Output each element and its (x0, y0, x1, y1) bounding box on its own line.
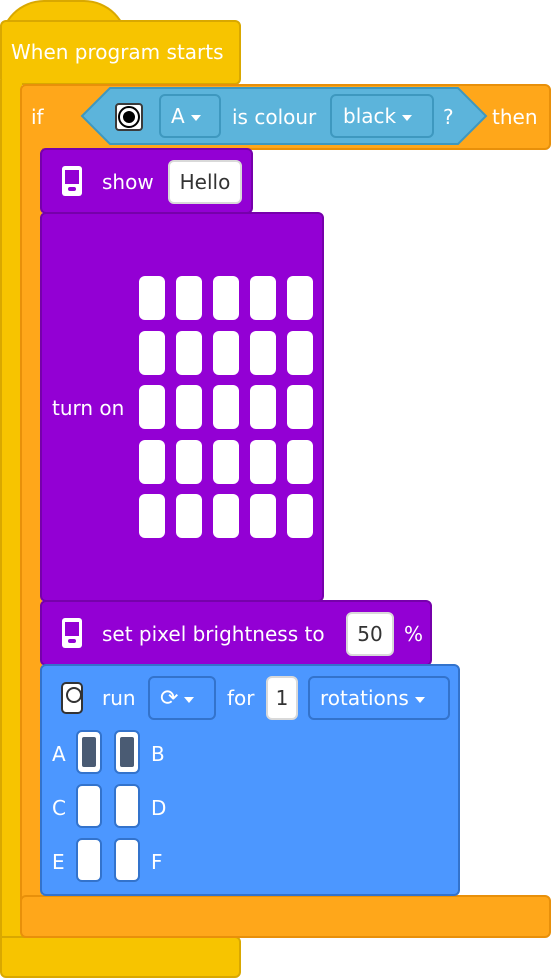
port-b-toggle[interactable] (114, 730, 140, 774)
pixel-cell[interactable] (213, 330, 239, 375)
pixel-cell[interactable] (139, 276, 165, 320)
pixel-cell[interactable] (139, 385, 165, 429)
chevron-down-icon (184, 696, 195, 703)
colour-value: black (343, 104, 397, 128)
pixel-cell[interactable] (139, 439, 165, 484)
pixel-cell[interactable] (176, 330, 202, 375)
port-e-toggle[interactable] (76, 838, 102, 882)
hub-display-icon (62, 166, 82, 196)
then-label: then (492, 105, 538, 129)
show-text-input[interactable]: Hello (168, 160, 242, 204)
port-label-a: A (52, 742, 66, 766)
chevron-down-icon (402, 114, 413, 121)
port-a-toggle[interactable] (76, 730, 102, 774)
turn-on-label: turn on (52, 396, 125, 420)
hub-display-icon (62, 618, 82, 648)
run-label: run (102, 686, 136, 710)
percent-label: % (404, 622, 424, 646)
pixel-cell[interactable] (250, 330, 276, 375)
pixel-cell[interactable] (287, 330, 313, 375)
when-program-starts-label: When program starts (11, 40, 224, 64)
hat-block-foot (0, 936, 241, 978)
pixel-cell[interactable] (287, 494, 313, 538)
port-label-d: D (151, 796, 167, 820)
port-value: A (171, 104, 185, 128)
port-label-e: E (52, 850, 65, 874)
port-f-toggle[interactable] (114, 838, 140, 882)
pixel-cell[interactable] (213, 439, 239, 484)
pixel-cell[interactable] (176, 385, 202, 429)
pixel-cell[interactable] (287, 276, 313, 320)
port-label-b: B (151, 742, 165, 766)
pixel-cell[interactable] (139, 330, 165, 375)
port-dropdown[interactable]: A (159, 94, 221, 138)
brightness-input[interactable]: 50 (346, 612, 394, 656)
pixel-cell[interactable] (250, 439, 276, 484)
motor-pair-icon (61, 682, 83, 714)
pixel-cell[interactable] (176, 276, 202, 320)
pixel-cell[interactable] (213, 494, 239, 538)
rotate-clockwise-icon: ⟳ (160, 686, 179, 711)
pixel-cell[interactable] (250, 276, 276, 320)
pixel-cell[interactable] (250, 385, 276, 429)
unit-dropdown[interactable]: rotations (308, 676, 450, 720)
chevron-down-icon (414, 696, 425, 703)
set-brightness-label: set pixel brightness to (102, 622, 325, 646)
direction-dropdown[interactable]: ⟳ (148, 676, 216, 720)
for-label: for (227, 686, 255, 710)
unit-value: rotations (320, 686, 409, 710)
pixel-cell[interactable] (287, 385, 313, 429)
if-block-bottom (20, 895, 551, 938)
pixel-cell[interactable] (213, 276, 239, 320)
pixel-cell[interactable] (213, 385, 239, 429)
show-label: show (102, 170, 154, 194)
pixel-cell[interactable] (176, 494, 202, 538)
hat-block-spine (0, 80, 22, 938)
color-sensor-icon (115, 103, 143, 131)
port-c-toggle[interactable] (76, 784, 102, 828)
colour-dropdown[interactable]: black (330, 94, 434, 138)
is-colour-label: is colour (232, 105, 317, 129)
pixel-cell[interactable] (250, 494, 276, 538)
port-d-toggle[interactable] (114, 784, 140, 828)
pixel-cell[interactable] (176, 439, 202, 484)
port-label-f: F (151, 850, 163, 874)
question-mark-label: ? (443, 105, 454, 129)
pixel-cell[interactable] (287, 439, 313, 484)
amount-input[interactable]: 1 (266, 676, 298, 720)
if-label: if (31, 105, 44, 129)
chevron-down-icon (190, 114, 201, 121)
port-label-c: C (52, 796, 66, 820)
if-block-arm (20, 140, 42, 900)
pixel-cell[interactable] (139, 494, 165, 538)
